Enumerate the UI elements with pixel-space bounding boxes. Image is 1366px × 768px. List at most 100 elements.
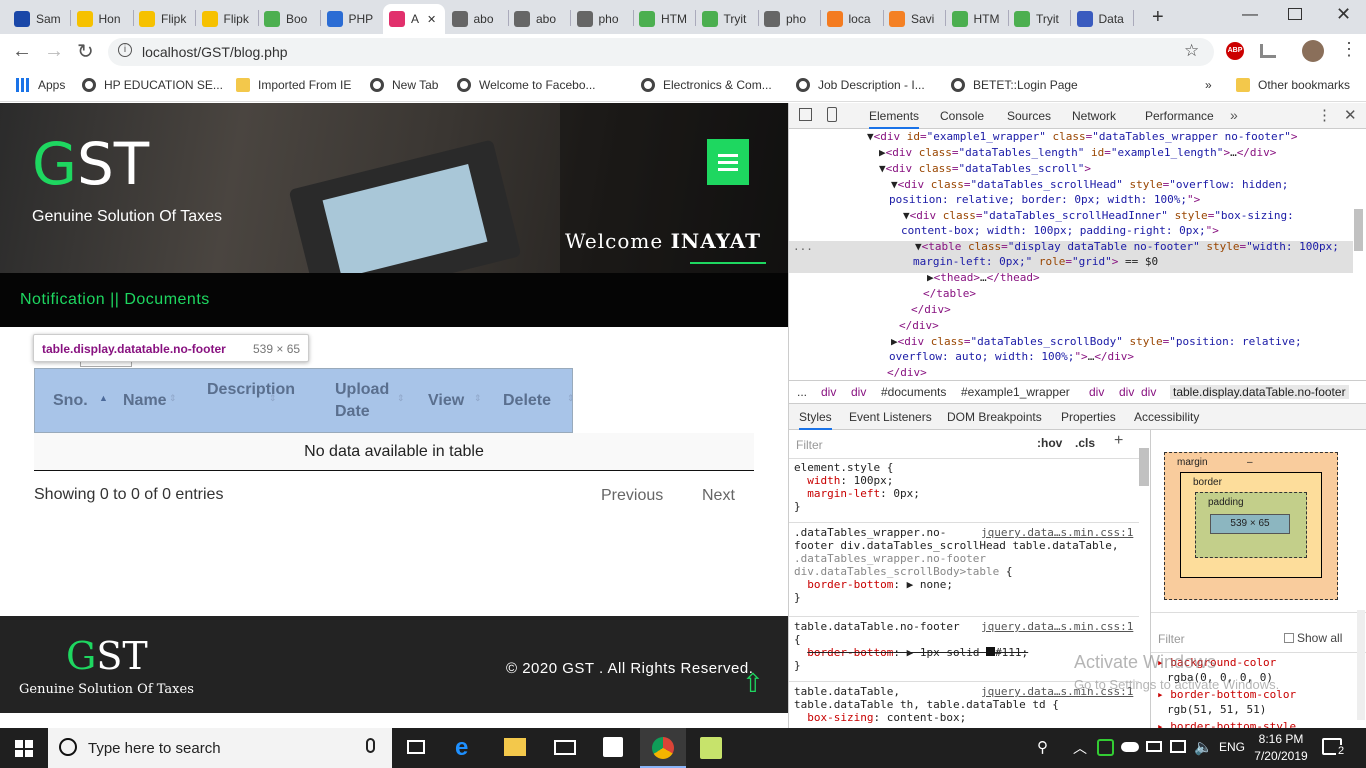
browser-tab[interactable]: Sam bbox=[8, 4, 70, 34]
hamburger-menu-button[interactable] bbox=[707, 139, 749, 185]
chrome-taskbar-button[interactable] bbox=[640, 728, 686, 768]
breadcrumb-item[interactable]: div bbox=[1119, 385, 1134, 399]
class-toggle[interactable]: .cls bbox=[1075, 436, 1095, 450]
mail-icon[interactable] bbox=[554, 740, 576, 755]
extension-icon[interactable] bbox=[1260, 44, 1276, 58]
adblock-icon[interactable]: ABP bbox=[1226, 42, 1244, 60]
dom-tree[interactable]: ▼<div id="example1_wrapper" class="dataT… bbox=[789, 129, 1366, 379]
previous-button[interactable]: Previous bbox=[601, 487, 663, 505]
avatar[interactable] bbox=[1302, 40, 1324, 62]
language-indicator[interactable]: ENG bbox=[1219, 740, 1245, 754]
network-icon[interactable] bbox=[1170, 740, 1186, 753]
browser-tab[interactable]: abo bbox=[508, 4, 570, 34]
dom-tree-scrollbar[interactable] bbox=[1354, 209, 1363, 251]
table-header-cell[interactable]: Upload Date bbox=[335, 379, 395, 423]
bookmark-item[interactable]: Job Description - I... bbox=[796, 70, 925, 100]
table-header-cell[interactable]: Description bbox=[207, 379, 295, 401]
table-header-cell[interactable]: Name bbox=[123, 390, 167, 412]
table-header-cell[interactable]: Delete bbox=[503, 390, 551, 412]
task-view-icon[interactable] bbox=[407, 740, 425, 754]
sort-icon[interactable]: ⇕ bbox=[269, 393, 277, 404]
bookmark-item[interactable]: HP EDUCATION SE... bbox=[82, 70, 223, 100]
close-window-button[interactable]: ✕ bbox=[1336, 4, 1351, 25]
volume-icon[interactable]: 🔈 bbox=[1194, 738, 1213, 756]
devtools-tab[interactable]: Network bbox=[1072, 109, 1116, 123]
site-logo[interactable]: GST bbox=[32, 133, 149, 195]
breadcrumb-item[interactable]: div bbox=[1089, 385, 1104, 399]
bookmark-item[interactable]: BETET::Login Page bbox=[951, 70, 1078, 100]
clock-time[interactable]: 8:16 PM bbox=[1256, 732, 1306, 746]
table-header-cell[interactable]: View bbox=[428, 390, 464, 412]
sort-icon[interactable]: ⇕ bbox=[397, 393, 405, 404]
browser-tab[interactable]: Savi bbox=[883, 4, 945, 34]
browser-tab[interactable]: Flipk bbox=[196, 4, 258, 34]
more-bookmarks-button[interactable]: » bbox=[1205, 70, 1212, 100]
browser-tab[interactable]: pho bbox=[571, 4, 633, 34]
browser-tab[interactable]: Tryit bbox=[1008, 4, 1070, 34]
menu-icon[interactable]: ⋮ bbox=[1340, 40, 1358, 58]
browser-tab[interactable]: HTM bbox=[633, 4, 695, 34]
notepad-icon[interactable] bbox=[700, 737, 722, 759]
sort-icon[interactable]: ▲ bbox=[99, 393, 108, 403]
browser-tab[interactable]: HTM bbox=[946, 4, 1008, 34]
computed-filter-input[interactable]: Filter bbox=[1158, 632, 1185, 646]
styles-subtab[interactable]: Accessibility bbox=[1134, 410, 1199, 424]
windows-start-icon[interactable] bbox=[15, 740, 33, 757]
footer-logo[interactable]: GST bbox=[66, 636, 148, 676]
taskbar-search-box[interactable]: Type here to search bbox=[48, 728, 392, 768]
breadcrumb-item[interactable]: #example1_wrapper bbox=[961, 385, 1070, 399]
browser-tab[interactable]: A ✕ bbox=[383, 4, 445, 34]
edge-icon[interactable]: e bbox=[455, 734, 468, 762]
show-hidden-icons[interactable]: ︿ bbox=[1073, 738, 1087, 758]
browser-tab[interactable]: Flipk bbox=[133, 4, 195, 34]
browser-tab[interactable]: Tryit bbox=[696, 4, 758, 34]
stylesheet-link[interactable]: jquery.data…s.min.css:1 bbox=[981, 526, 1133, 539]
store-icon[interactable] bbox=[603, 737, 623, 757]
show-all-checkbox[interactable] bbox=[1284, 633, 1294, 643]
devtools-tab[interactable]: Performance bbox=[1145, 109, 1214, 123]
browser-tab[interactable]: loca bbox=[821, 4, 883, 34]
back-icon[interactable]: ← bbox=[12, 40, 32, 63]
breadcrumb-item[interactable]: #documents bbox=[881, 385, 946, 399]
scroll-top-arrow-icon[interactable]: ⇧ bbox=[742, 668, 764, 699]
clock-date[interactable]: 7/20/2019 bbox=[1254, 749, 1308, 763]
new-tab-button[interactable]: + bbox=[1152, 6, 1164, 29]
device-toggle-icon[interactable] bbox=[827, 107, 837, 122]
info-icon[interactable]: i bbox=[118, 43, 132, 57]
onedrive-icon[interactable] bbox=[1121, 742, 1139, 752]
devtools-tab[interactable]: Console bbox=[940, 109, 984, 123]
battery-icon[interactable] bbox=[1146, 741, 1162, 752]
bookmark-item[interactable]: Welcome to Facebo... bbox=[457, 70, 596, 100]
devtools-tab[interactable]: Sources bbox=[1007, 109, 1051, 123]
tray-app-icon[interactable] bbox=[1097, 739, 1114, 756]
breadcrumb-item[interactable]: div bbox=[851, 385, 866, 399]
browser-tab[interactable]: Data bbox=[1071, 4, 1133, 34]
nav-links[interactable]: Notification || Documents bbox=[20, 291, 210, 309]
sort-icon[interactable]: ⇕ bbox=[169, 393, 177, 404]
add-rule-icon[interactable]: + bbox=[1114, 432, 1123, 450]
browser-tab[interactable]: pho bbox=[758, 4, 820, 34]
breadcrumb-item[interactable]: ... bbox=[797, 385, 807, 399]
styles-scrollbar[interactable] bbox=[1139, 448, 1149, 486]
breadcrumb-item[interactable]: div bbox=[1141, 385, 1156, 399]
url-text[interactable]: localhost/GST/blog.php bbox=[142, 44, 288, 60]
browser-tab[interactable]: Hon bbox=[71, 4, 133, 34]
sort-icon[interactable]: ⇕ bbox=[567, 393, 575, 404]
browser-tab[interactable]: abo bbox=[446, 4, 508, 34]
more-tabs-button[interactable]: » bbox=[1230, 107, 1238, 123]
table-header-cell[interactable]: Sno. bbox=[53, 390, 88, 412]
other-bookmarks-folder[interactable]: Other bookmarks bbox=[1236, 70, 1350, 100]
minimize-button[interactable]: — bbox=[1242, 6, 1258, 24]
people-icon[interactable]: ⚲ bbox=[1037, 738, 1048, 756]
styles-filter-input[interactable]: Filter bbox=[793, 436, 1025, 453]
browser-tab[interactable]: PHP bbox=[321, 4, 383, 34]
devtools-tab[interactable]: Elements bbox=[869, 109, 920, 129]
next-button[interactable]: Next bbox=[702, 487, 735, 505]
devtools-close-icon[interactable]: ✕ bbox=[1344, 106, 1357, 124]
breadcrumb-item[interactable]: div bbox=[821, 385, 836, 399]
sort-icon[interactable]: ⇕ bbox=[474, 393, 482, 404]
devtools-menu-icon[interactable]: ⋮ bbox=[1317, 106, 1332, 124]
breadcrumb-item[interactable]: table.display.dataTable.no-footer bbox=[1170, 385, 1349, 399]
styles-subtab[interactable]: Event Listeners bbox=[849, 410, 932, 424]
styles-subtab[interactable]: Properties bbox=[1061, 410, 1116, 424]
